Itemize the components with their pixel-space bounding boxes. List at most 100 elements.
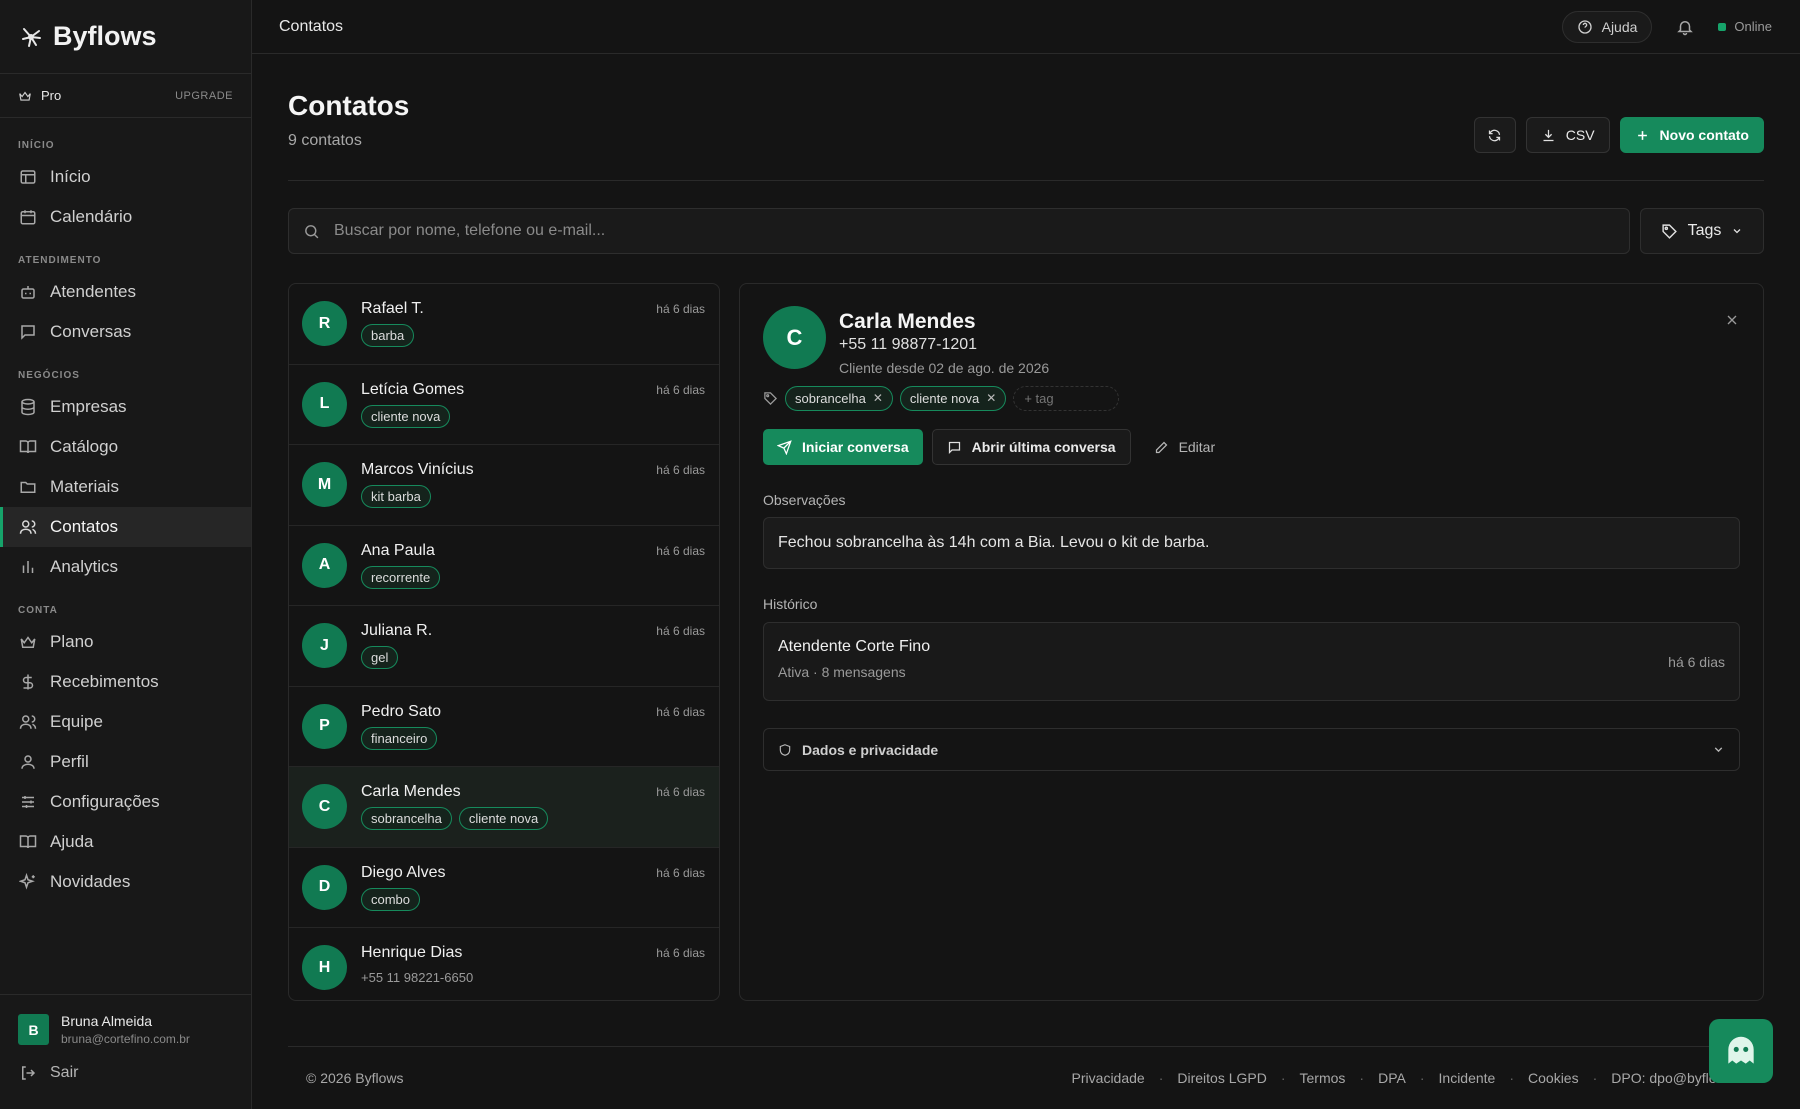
status-label: Online	[1734, 19, 1772, 34]
history-title: Atendente Corte Fino	[778, 638, 931, 655]
history-time: há 6 dias	[1668, 654, 1725, 670]
sidebar-item-conversas[interactable]: Conversas	[0, 312, 251, 352]
sidebar-item-calendario[interactable]: Calendário	[0, 197, 251, 237]
sidebar-item-recebimentos[interactable]: Recebimentos	[0, 662, 251, 702]
footer-link-termos[interactable]: Termos	[1300, 1070, 1346, 1086]
history-item[interactable]: Atendente Corte Fino Ativa · 8 mensagens…	[763, 622, 1740, 701]
close-icon[interactable]	[1724, 312, 1740, 328]
sidebar-item-empresas[interactable]: Empresas	[0, 387, 251, 427]
chat-icon	[19, 323, 37, 341]
tags-filter-button[interactable]: Tags	[1640, 208, 1764, 254]
database-icon	[19, 398, 37, 416]
list-item[interactable]: J Juliana R. há 6 dias gel	[289, 606, 719, 687]
help-label: Ajuda	[1601, 18, 1638, 35]
search-row: Tags	[288, 208, 1764, 254]
layout-icon	[19, 168, 37, 186]
sidebar-item-configuracoes[interactable]: Configurações	[0, 782, 251, 822]
contact-tag: cliente nova	[458, 807, 549, 830]
notes-field[interactable]: Fechou sobrancelha às 14h com a Bia. Lev…	[763, 517, 1740, 569]
privacy-accordion[interactable]: Dados e privacidade	[763, 728, 1740, 771]
start-chat-label: Iniciar conversa	[802, 439, 909, 455]
list-item[interactable]: D Diego Alves há 6 dias combo	[289, 848, 719, 928]
detail-header: C Carla Mendes +55 11 98877-1201 Cliente…	[763, 306, 1740, 396]
contact-time: há 6 dias	[656, 624, 705, 638]
list-item[interactable]: R Rafael T. há 6 dias barba	[289, 284, 719, 365]
topbar: Contatos Ajuda Online	[252, 0, 1800, 54]
csv-label: CSV	[1565, 127, 1595, 143]
plus-icon	[1635, 128, 1650, 143]
sidebar-item-analytics[interactable]: Analytics	[0, 547, 251, 587]
sidebar-item-label: Contatos	[50, 517, 119, 536]
sidebar-item-perfil[interactable]: Perfil	[0, 742, 251, 782]
sidebar-item-novidades[interactable]: Novidades	[0, 862, 251, 902]
user-name: Bruna Almeida	[61, 1013, 153, 1029]
chat-assistant-button[interactable]	[1709, 1019, 1773, 1083]
open-last-chat-label: Abrir última conversa	[971, 439, 1116, 455]
contact-detail: C Carla Mendes +55 11 98877-1201 Cliente…	[739, 283, 1764, 1001]
contact-time: há 6 dias	[656, 865, 705, 880]
sidebar: Byflows Pro UPGRADE INÍCIO Início Calend…	[0, 0, 252, 1109]
logout-button[interactable]: Sair	[0, 1046, 252, 1082]
separator: ·	[1280, 1070, 1286, 1086]
list-item-selected[interactable]: C Carla Mendes há 6 dias sobrancelha cli…	[289, 767, 719, 848]
contact-tag: barba	[361, 324, 415, 347]
separator: ·	[1359, 1070, 1365, 1086]
new-contact-button[interactable]: Novo contato	[1619, 117, 1764, 153]
book-icon	[19, 833, 37, 851]
avatar: L	[302, 381, 347, 427]
sidebar-item-label: Catálogo	[50, 437, 119, 456]
privacy-label: Dados e privacidade	[802, 741, 939, 758]
refresh-button[interactable]	[1473, 117, 1516, 153]
export-csv-button[interactable]: CSV	[1525, 117, 1610, 153]
contact-time: há 6 dias	[656, 785, 705, 799]
detail-phone: +55 11 98877-1201	[839, 336, 978, 353]
status-badge: Online	[1718, 19, 1772, 34]
list-item[interactable]: L Letícia Gomes há 6 dias cliente nova	[289, 365, 719, 445]
bell-icon[interactable]	[1676, 18, 1694, 36]
list-item[interactable]: P Pedro Sato há 6 dias financeiro	[289, 687, 719, 767]
upgrade-link[interactable]: UPGRADE	[175, 90, 233, 102]
avatar: D	[302, 864, 347, 910]
sidebar-item-catalogo[interactable]: Catálogo	[0, 427, 251, 467]
history-label: Histórico	[763, 596, 818, 612]
sidebar-item-atendentes[interactable]: Atendentes	[0, 272, 251, 312]
avatar: C	[763, 306, 826, 369]
send-icon	[777, 439, 792, 455]
open-last-chat-button[interactable]: Abrir última conversa	[931, 429, 1131, 465]
sidebar-item-plano[interactable]: Plano	[0, 622, 251, 662]
footer-link-incidente[interactable]: Incidente	[1439, 1070, 1496, 1086]
header-actions: CSV Novo contato	[1473, 117, 1764, 153]
list-item[interactable]: M Marcos Vinícius há 6 dias kit barba	[289, 445, 719, 526]
help-button[interactable]: Ajuda	[1561, 10, 1653, 43]
list-item[interactable]: A Ana Paula há 6 dias recorrente	[289, 526, 719, 606]
book-icon	[19, 438, 37, 456]
edit-label: Editar	[1178, 439, 1216, 455]
footer-link-privacidade[interactable]: Privacidade	[1072, 1070, 1145, 1086]
page-header: Contatos 9 contatos CSV Novo contato	[288, 54, 1764, 181]
contact-time: há 6 dias	[656, 946, 705, 960]
contact-tag: recorrente	[361, 565, 441, 589]
start-chat-button[interactable]: Iniciar conversa	[763, 429, 923, 465]
new-contact-label: Novo contato	[1659, 127, 1749, 143]
users-icon	[19, 518, 37, 536]
sidebar-item-label: Materiais	[50, 477, 119, 496]
chevron-down-icon	[1712, 743, 1725, 756]
sidebar-item-materiais[interactable]: Materiais	[0, 467, 251, 507]
user-profile[interactable]: B Bruna Almeida bruna@cortefino.com.br	[0, 995, 252, 1046]
edit-button[interactable]: Editar	[1140, 429, 1230, 465]
refresh-icon	[1487, 128, 1502, 143]
avatar: P	[302, 703, 347, 749]
separator: ·	[1592, 1070, 1598, 1086]
footer-link-cookies[interactable]: Cookies	[1528, 1070, 1579, 1086]
search-input[interactable]	[334, 222, 1629, 240]
footer-link-dpa[interactable]: DPA	[1378, 1070, 1406, 1086]
detail-name: Carla Mendes	[839, 310, 976, 333]
brand[interactable]: Byflows	[0, 0, 251, 74]
sidebar-item-inicio[interactable]: Início	[0, 157, 251, 197]
tag-icon	[1661, 223, 1678, 240]
sidebar-item-equipe[interactable]: Equipe	[0, 702, 251, 742]
list-item[interactable]: H Henrique Dias há 6 dias +55 11 98221-6…	[289, 928, 719, 1000]
footer-link-direitos-lgpd[interactable]: Direitos LGPD	[1177, 1070, 1266, 1086]
sidebar-item-contatos[interactable]: Contatos	[0, 507, 251, 547]
sidebar-item-ajuda[interactable]: Ajuda	[0, 822, 251, 862]
